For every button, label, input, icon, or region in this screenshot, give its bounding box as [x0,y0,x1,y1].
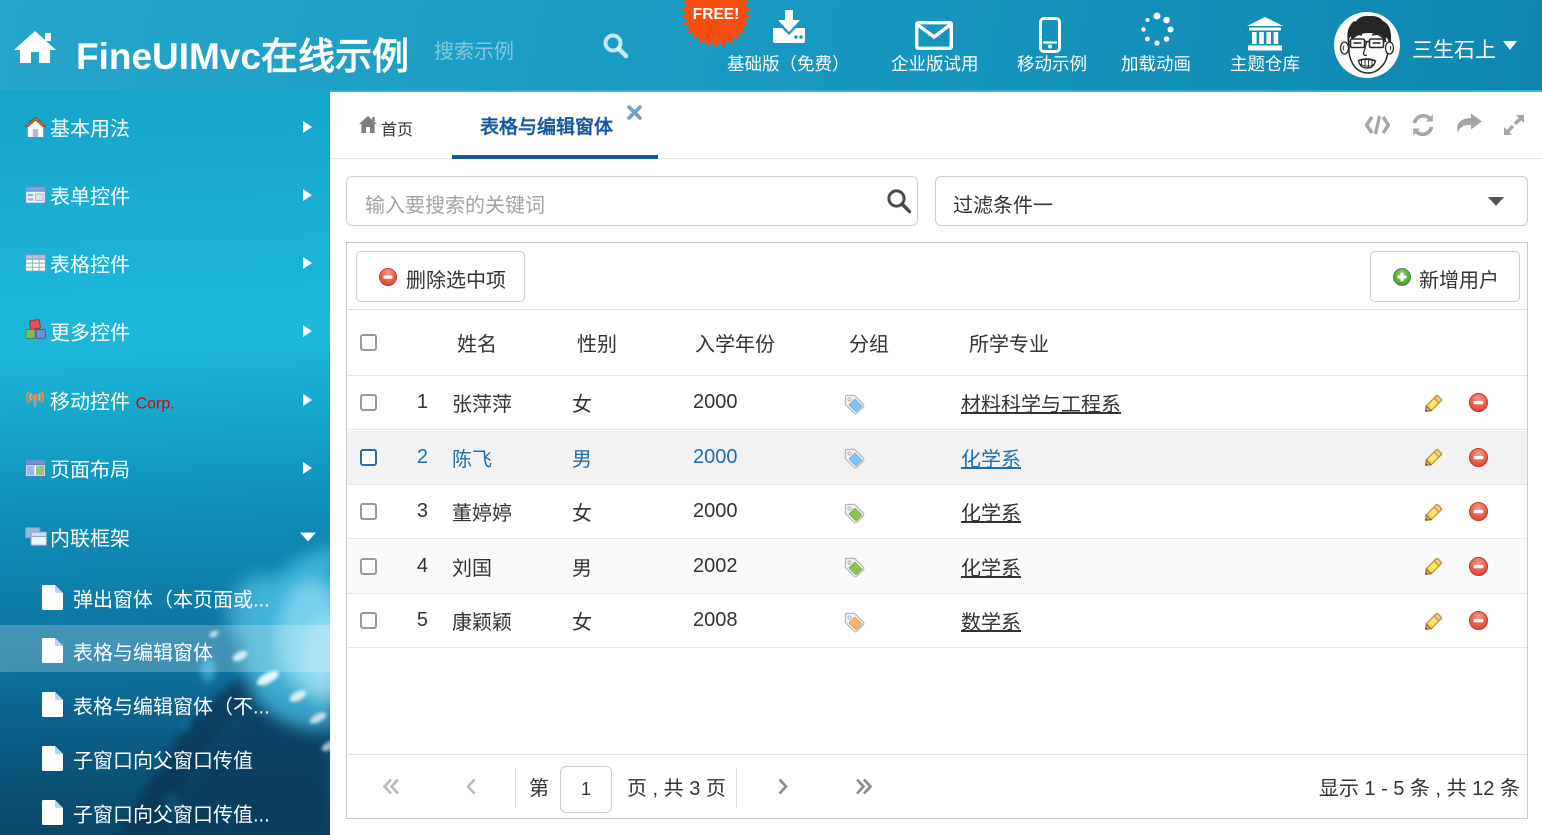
svg-text:FREE!: FREE! [693,6,740,23]
